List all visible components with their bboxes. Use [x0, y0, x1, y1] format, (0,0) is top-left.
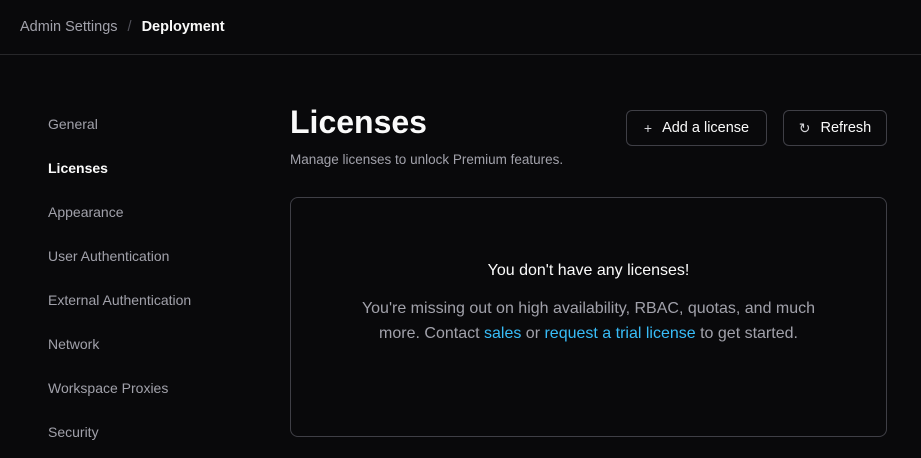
empty-title: You don't have any licenses! — [487, 262, 690, 279]
sidebar-item-appearance[interactable]: Appearance — [48, 190, 191, 234]
page-subtitle: Manage licenses to unlock Premium featur… — [290, 152, 564, 167]
sales-link[interactable]: sales — [484, 325, 521, 342]
refresh-label: Refresh — [820, 120, 872, 136]
add-license-button[interactable]: + Add a license — [626, 110, 767, 146]
sidebar-item-user-authentication[interactable]: User Authentication — [48, 234, 191, 278]
breadcrumb: Admin Settings / Deployment — [0, 0, 921, 55]
empty-text: to get started. — [695, 325, 798, 342]
request-trial-license-link[interactable]: request a trial license — [544, 325, 695, 342]
empty-licenses-card: You don't have any licenses! You're miss… — [290, 197, 887, 437]
empty-description: You're missing out on high availability,… — [359, 296, 819, 346]
refresh-icon: ↻ — [798, 119, 811, 136]
breadcrumb-admin-settings[interactable]: Admin Settings — [20, 19, 118, 35]
breadcrumb-deployment: Deployment — [141, 19, 225, 35]
sidebar-item-general[interactable]: General — [48, 102, 191, 146]
plus-icon: + — [643, 120, 653, 136]
sidebar-item-security[interactable]: Security — [48, 410, 191, 454]
refresh-button[interactable]: ↻ Refresh — [783, 110, 887, 146]
add-license-label: Add a license — [662, 120, 750, 136]
sidebar-item-workspace-proxies[interactable]: Workspace Proxies — [48, 366, 191, 410]
sidebar-item-external-authentication[interactable]: External Authentication — [48, 278, 191, 322]
page-title: Licenses — [290, 104, 427, 140]
settings-sidebar: General Licenses Appearance User Authent… — [48, 102, 191, 454]
sidebar-item-licenses[interactable]: Licenses — [48, 146, 191, 190]
breadcrumb-separator: / — [127, 19, 132, 35]
empty-text: or — [521, 325, 545, 342]
sidebar-item-network[interactable]: Network — [48, 322, 191, 366]
